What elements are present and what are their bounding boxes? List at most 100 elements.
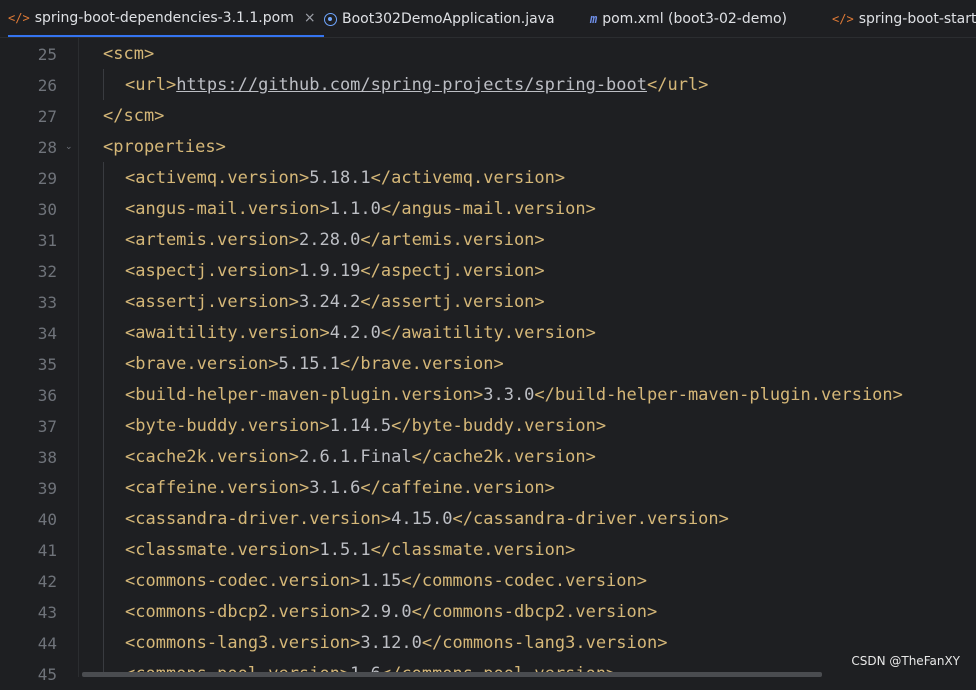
- line-number: 42: [37, 572, 57, 591]
- java-class-icon: [324, 12, 337, 26]
- code-line-33: <assertj.version>3.24.2</assertj.version…: [125, 287, 545, 318]
- line-number: 32: [37, 262, 57, 281]
- line-number: 33: [37, 293, 57, 312]
- indent-guide: [103, 162, 104, 677]
- line-number: 30: [37, 200, 57, 219]
- version-value: 1.14.5: [329, 416, 392, 436]
- tab-pom-xml[interactable]: m pom.xml (boot3-02-demo): [590, 0, 787, 37]
- tab-label: spring-boot-dependencies-3.1.1.pom: [34, 9, 294, 26]
- tab-spring-boot-starter[interactable]: </> spring-boot-starter: [832, 0, 976, 37]
- xml-tag: <brave.version>: [125, 354, 279, 374]
- xml-tag: <byte-buddy.version>: [125, 416, 330, 436]
- version-value: 5.18.1: [309, 168, 371, 188]
- code-line-26: <url>https://github.com/spring-projects/…: [125, 70, 708, 101]
- code-line-42: <commons-codec.version>1.15</commons-cod…: [125, 566, 647, 597]
- line-number-gutter: 25 26 27 28 ⌄ 29 30 31 32 33 34 35 36 37…: [0, 38, 78, 684]
- xml-tag: <classmate.version>: [125, 540, 320, 560]
- watermark: CSDN @TheFanXY: [851, 654, 960, 668]
- xml-tag: </classmate.version>: [370, 540, 576, 560]
- version-value: 2.28.0: [299, 230, 361, 250]
- xml-tag: <properties>: [103, 137, 226, 157]
- code-line-43: <commons-dbcp2.version>2.9.0</commons-db…: [125, 597, 657, 628]
- tab-spring-boot-dependencies-pom[interactable]: </> spring-boot-dependencies-3.1.1.pom ×: [8, 0, 324, 37]
- xml-tag: <assertj.version>: [125, 292, 299, 312]
- code-line-39: <caffeine.version>3.1.6</caffeine.versio…: [125, 473, 555, 504]
- version-value: 2.6.1.Final: [299, 447, 412, 467]
- tab-boot302-demo-application[interactable]: Boot302DemoApplication.java: [324, 0, 555, 37]
- indent-guide: [103, 69, 104, 100]
- code-line-27: </scm>: [103, 101, 164, 132]
- version-value: 5.15.1: [278, 354, 340, 374]
- xml-tag: <commons-dbcp2.version>: [125, 602, 361, 622]
- xml-tag: </caffeine.version>: [360, 478, 555, 498]
- version-value: 4.2.0: [329, 323, 381, 343]
- line-number: 43: [37, 603, 57, 622]
- code-line-28: <properties>: [103, 132, 226, 163]
- xml-tag: </commons-dbcp2.version>: [411, 602, 658, 622]
- version-value: 4.15.0: [391, 509, 453, 529]
- xml-tag: <cassandra-driver.version>: [125, 509, 392, 529]
- version-value: 3.12.0: [360, 633, 422, 653]
- code-line-35: <brave.version>5.15.1</brave.version>: [125, 349, 504, 380]
- xml-tag: </byte-buddy.version>: [391, 416, 607, 436]
- close-tab-icon[interactable]: ×: [304, 10, 316, 26]
- xml-tag: <cache2k.version>: [125, 447, 299, 467]
- tab-label: pom.xml (boot3-02-demo): [602, 11, 787, 27]
- url-link[interactable]: https://github.com/spring-projects/sprin…: [176, 75, 647, 95]
- xml-tag: </activemq.version>: [370, 168, 566, 188]
- editor-tab-bar: </> spring-boot-dependencies-3.1.1.pom ×…: [0, 0, 976, 38]
- xml-tag: </url>: [647, 75, 709, 95]
- horizontal-scrollbar[interactable]: [82, 672, 822, 677]
- xml-tag: <url>: [125, 75, 177, 95]
- fold-arrow-icon[interactable]: ⌄: [65, 132, 75, 163]
- xml-tag: <caffeine.version>: [125, 478, 310, 498]
- line-number: 37: [37, 417, 57, 436]
- line-number: 41: [37, 541, 57, 560]
- version-value: 1.1.0: [329, 199, 381, 219]
- code-line-38: <cache2k.version>2.6.1.Final</cache2k.ve…: [125, 442, 596, 473]
- xml-tag: <activemq.version>: [125, 168, 310, 188]
- line-number: 29: [37, 169, 57, 188]
- tab-label: Boot302DemoApplication.java: [342, 11, 555, 27]
- version-value: 1.15: [360, 571, 402, 591]
- version-value: 2.9.0: [360, 602, 412, 622]
- code-line-34: <awaitility.version>4.2.0</awaitility.ve…: [125, 318, 596, 349]
- line-number: 39: [37, 479, 57, 498]
- xml-tag: <artemis.version>: [125, 230, 299, 250]
- xml-tag: </awaitility.version>: [380, 323, 596, 343]
- version-value: 1.9.19: [299, 261, 361, 281]
- line-number: 27: [37, 107, 57, 126]
- line-number: 31: [37, 231, 57, 250]
- line-number: 26: [37, 76, 57, 95]
- xml-tag: </aspectj.version>: [360, 261, 545, 281]
- version-value: 3.24.2: [299, 292, 361, 312]
- tab-label: spring-boot-starter: [858, 11, 976, 27]
- xml-tag: </cache2k.version>: [411, 447, 596, 467]
- code-line-37: <byte-buddy.version>1.14.5</byte-buddy.v…: [125, 411, 606, 442]
- xml-tag: </scm>: [103, 106, 165, 126]
- xml-tag: <aspectj.version>: [125, 261, 299, 281]
- xml-file-icon: </>: [832, 12, 854, 26]
- code-editor[interactable]: <scm> <url>https://github.com/spring-pro…: [79, 38, 976, 677]
- code-line-41: <classmate.version>1.5.1</classmate.vers…: [125, 535, 575, 566]
- line-number: 40: [37, 510, 57, 529]
- xml-tag: <commons-codec.version>: [125, 571, 361, 591]
- maven-icon: m: [590, 12, 598, 26]
- line-number: 34: [37, 324, 57, 343]
- code-line-32: <aspectj.version>1.9.19</aspectj.version…: [125, 256, 545, 287]
- xml-tag: </cassandra-driver.version>: [452, 509, 729, 529]
- xml-tag: </commons-codec.version>: [401, 571, 647, 591]
- code-line-25: <scm>: [103, 39, 154, 70]
- xml-tag: <build-helper-maven-plugin.version>: [125, 385, 484, 405]
- line-number: 25: [37, 45, 57, 64]
- code-line-44: <commons-lang3.version>3.12.0</commons-l…: [125, 628, 667, 659]
- code-line-30: <angus-mail.version>1.1.0</angus-mail.ve…: [125, 194, 596, 225]
- line-number: 28: [37, 138, 57, 157]
- line-number: 44: [37, 634, 57, 653]
- xml-tag: </artemis.version>: [360, 230, 545, 250]
- line-number: 45: [37, 665, 57, 684]
- code-line-29: <activemq.version>5.18.1</activemq.versi…: [125, 163, 565, 194]
- version-value: 3.3.0: [483, 385, 535, 405]
- code-line-36: <build-helper-maven-plugin.version>3.3.0…: [125, 380, 903, 411]
- xml-tag: </assertj.version>: [360, 292, 545, 312]
